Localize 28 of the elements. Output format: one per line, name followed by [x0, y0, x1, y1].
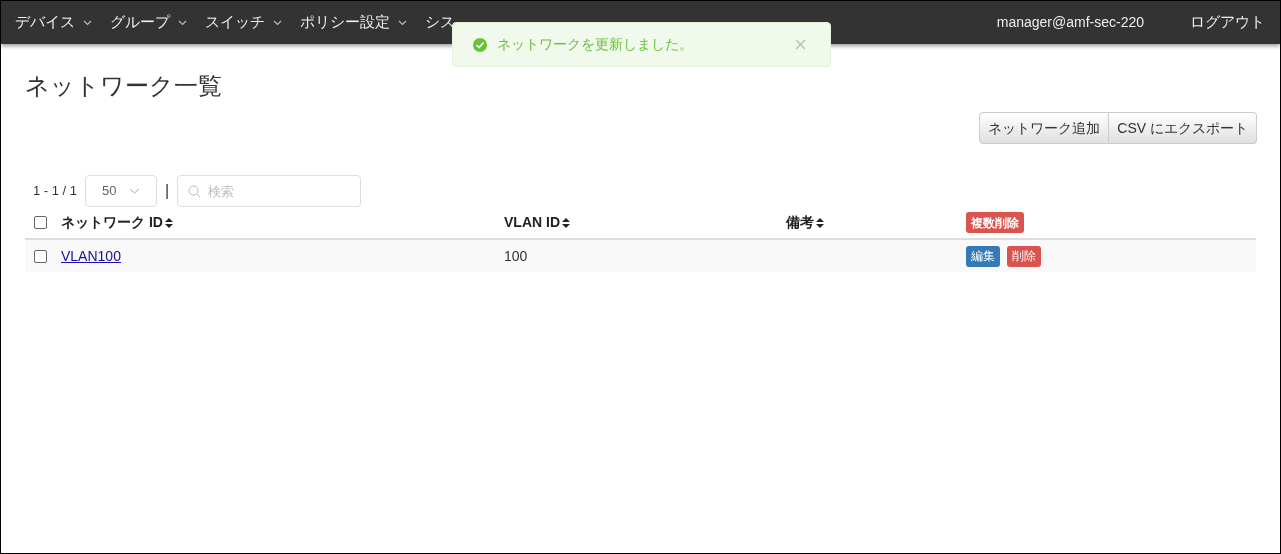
- page-title: ネットワーク一覧: [25, 71, 223, 101]
- nav-menu-item[interactable]: スイッチ: [205, 11, 282, 34]
- nav-menu-item[interactable]: ポリシー設定: [300, 11, 407, 34]
- network-link[interactable]: VLAN100: [61, 245, 121, 267]
- edit-button[interactable]: 編集: [966, 245, 1000, 267]
- checkbox[interactable]: [34, 216, 47, 229]
- search-icon: [188, 185, 202, 198]
- column-header[interactable]: VLAN ID: [504, 212, 570, 233]
- column-header[interactable]: ネットワーク ID: [61, 212, 173, 233]
- nav-menu-item[interactable]: デバイス: [15, 11, 92, 34]
- table-cell-text: 100: [504, 246, 529, 266]
- separator: |: [165, 181, 170, 201]
- nav-menu-item[interactable]: シス: [425, 11, 455, 34]
- search-field[interactable]: 検索: [177, 175, 362, 207]
- delete-button[interactable]: 削除: [1007, 245, 1041, 267]
- user-name: manager@amf-sec-220: [996, 13, 1144, 32]
- toast-message: ネットワークを更新しました。: [497, 35, 694, 54]
- checkbox[interactable]: [34, 249, 47, 263]
- toolbar-button[interactable]: CSV にエクスポート: [1109, 112, 1257, 144]
- chevron-down-icon: [129, 188, 141, 194]
- column-header[interactable]: 備考: [786, 212, 824, 233]
- page-range: 1 - 1 / 1: [33, 182, 78, 201]
- bulk-delete-button[interactable]: 複数削除: [966, 212, 1024, 233]
- page-size-select[interactable]: 50: [85, 175, 158, 207]
- toolbar-button[interactable]: ネットワーク追加: [979, 112, 1110, 144]
- success-icon: [473, 37, 487, 52]
- logout-link[interactable]: ログアウト: [1190, 11, 1265, 34]
- nav-menu-item[interactable]: グループ: [110, 11, 187, 34]
